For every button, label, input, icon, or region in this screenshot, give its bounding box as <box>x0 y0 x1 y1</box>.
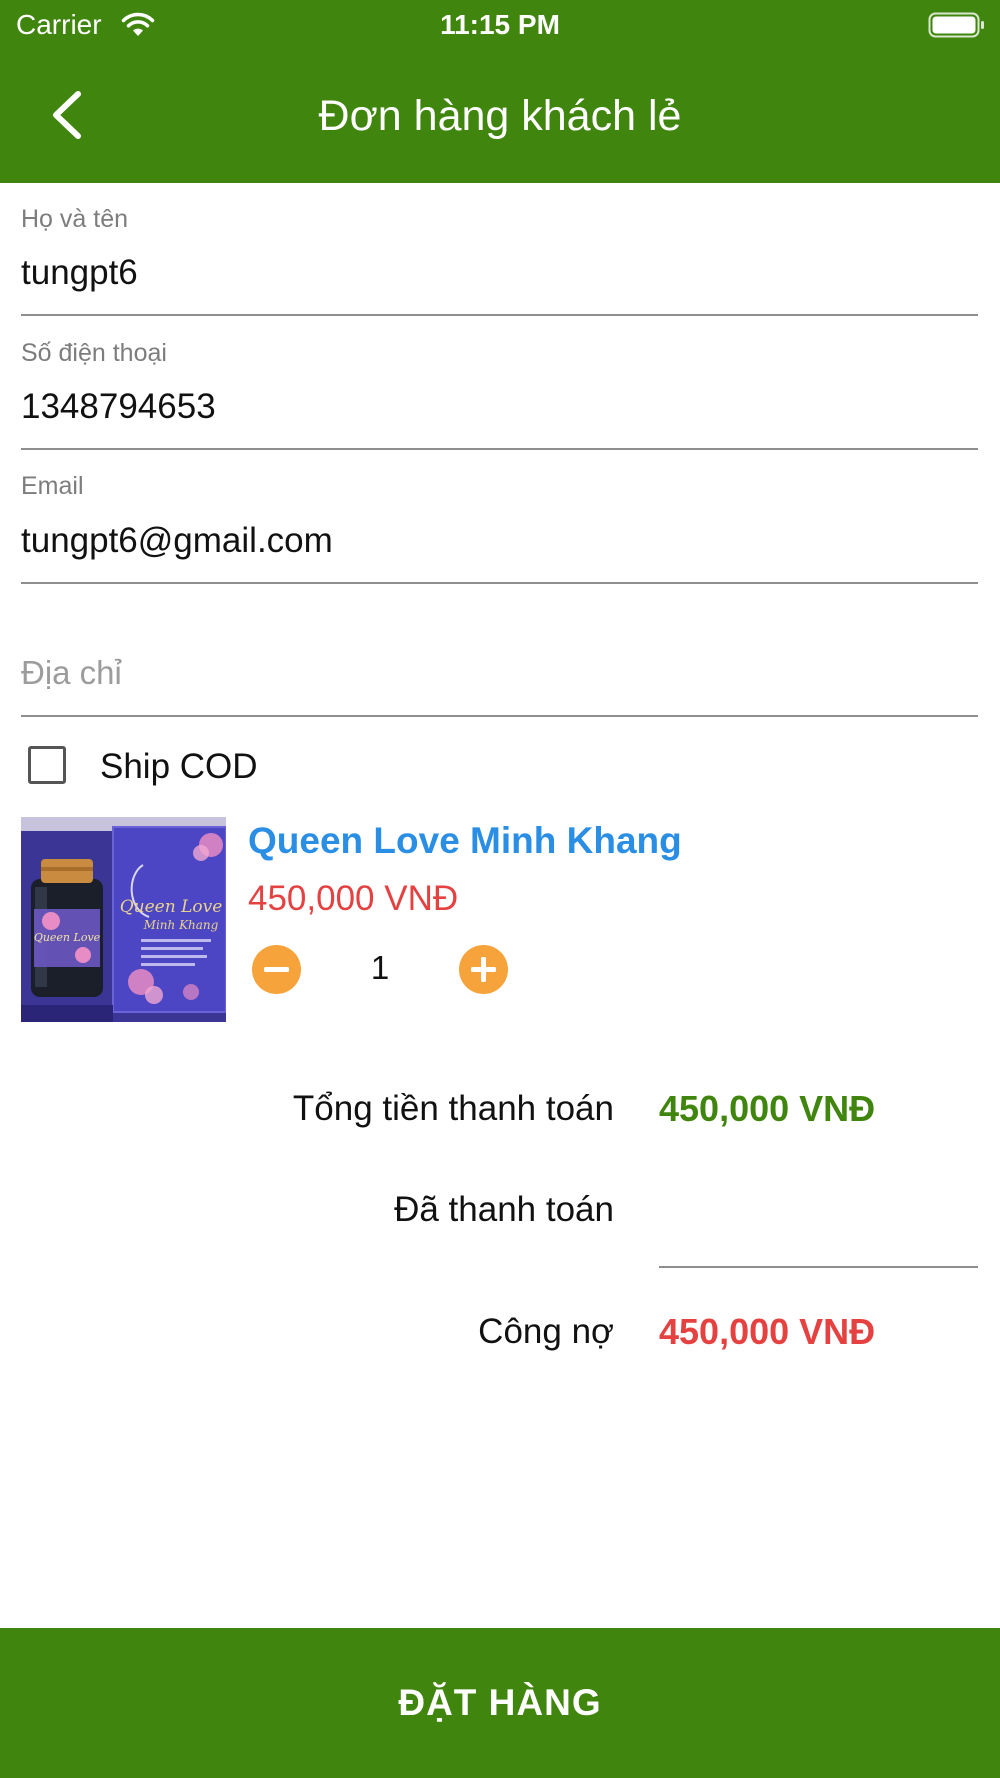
ship-cod-checkbox[interactable] <box>28 746 66 784</box>
debt-value: 450,000 VNĐ <box>659 1311 876 1352</box>
name-field-value[interactable]: tungpt6 <box>21 253 138 293</box>
app-header: Carrier 11:15 PM Đơn hàng khách lẻ <box>0 0 1000 183</box>
decrease-quantity-button[interactable] <box>252 945 301 994</box>
plus-circle-icon <box>471 957 496 982</box>
place-order-button[interactable]: ĐẶT HÀNG <box>0 1628 1000 1778</box>
name-field-underline <box>21 314 978 316</box>
name-field[interactable]: Họ và tên tungpt6 <box>21 205 978 318</box>
address-field[interactable]: Địa chỉ <box>21 640 978 720</box>
phone-field[interactable]: Số điện thoại 1348794653 <box>21 339 978 452</box>
email-field-underline <box>21 582 978 584</box>
phone-field-value[interactable]: 1348794653 <box>21 387 216 427</box>
svg-text:Queen Love: Queen Love <box>34 931 101 944</box>
product-box-title: Queen Love <box>120 897 223 917</box>
product-name[interactable]: Queen Love Minh Khang <box>248 820 682 862</box>
increase-quantity-button[interactable] <box>459 945 508 994</box>
email-field-value[interactable]: tungpt6@gmail.com <box>21 521 333 561</box>
address-field-underline <box>21 715 978 717</box>
paid-input[interactable] <box>659 1180 978 1264</box>
total-value: 450,000 VNĐ <box>659 1088 876 1129</box>
product-image: Queen Love Minh Khang Queen Love <box>21 817 227 1022</box>
paid-label: Đã thanh toán <box>394 1190 614 1229</box>
product-box-subtitle: Minh Khang <box>143 918 219 932</box>
address-field-placeholder: Địa chỉ <box>21 654 122 691</box>
product-photo: Queen Love Minh Khang Queen Love <box>21 817 227 1022</box>
email-field[interactable]: Email tungpt6@gmail.com <box>21 472 978 585</box>
phone-field-underline <box>21 448 978 450</box>
product-price: 450,000 VNĐ <box>248 879 459 918</box>
page-title: Đơn hàng khách lẻ <box>318 92 682 140</box>
paid-input-underline <box>659 1266 978 1268</box>
debt-label: Công nợ <box>478 1312 614 1351</box>
ship-cod-label[interactable]: Ship COD <box>100 747 258 787</box>
total-label: Tổng tiền thanh toán <box>292 1089 614 1128</box>
minus-circle-icon <box>264 967 289 972</box>
battery-full-icon <box>928 12 984 38</box>
phone-field-label: Số điện thoại <box>21 339 167 367</box>
name-field-label: Họ và tên <box>21 205 129 233</box>
quantity-value: 1 <box>370 949 390 986</box>
status-bar: Carrier 11:15 PM <box>0 0 1000 50</box>
email-field-label: Email <box>21 472 84 500</box>
status-time: 11:15 PM <box>440 9 560 40</box>
